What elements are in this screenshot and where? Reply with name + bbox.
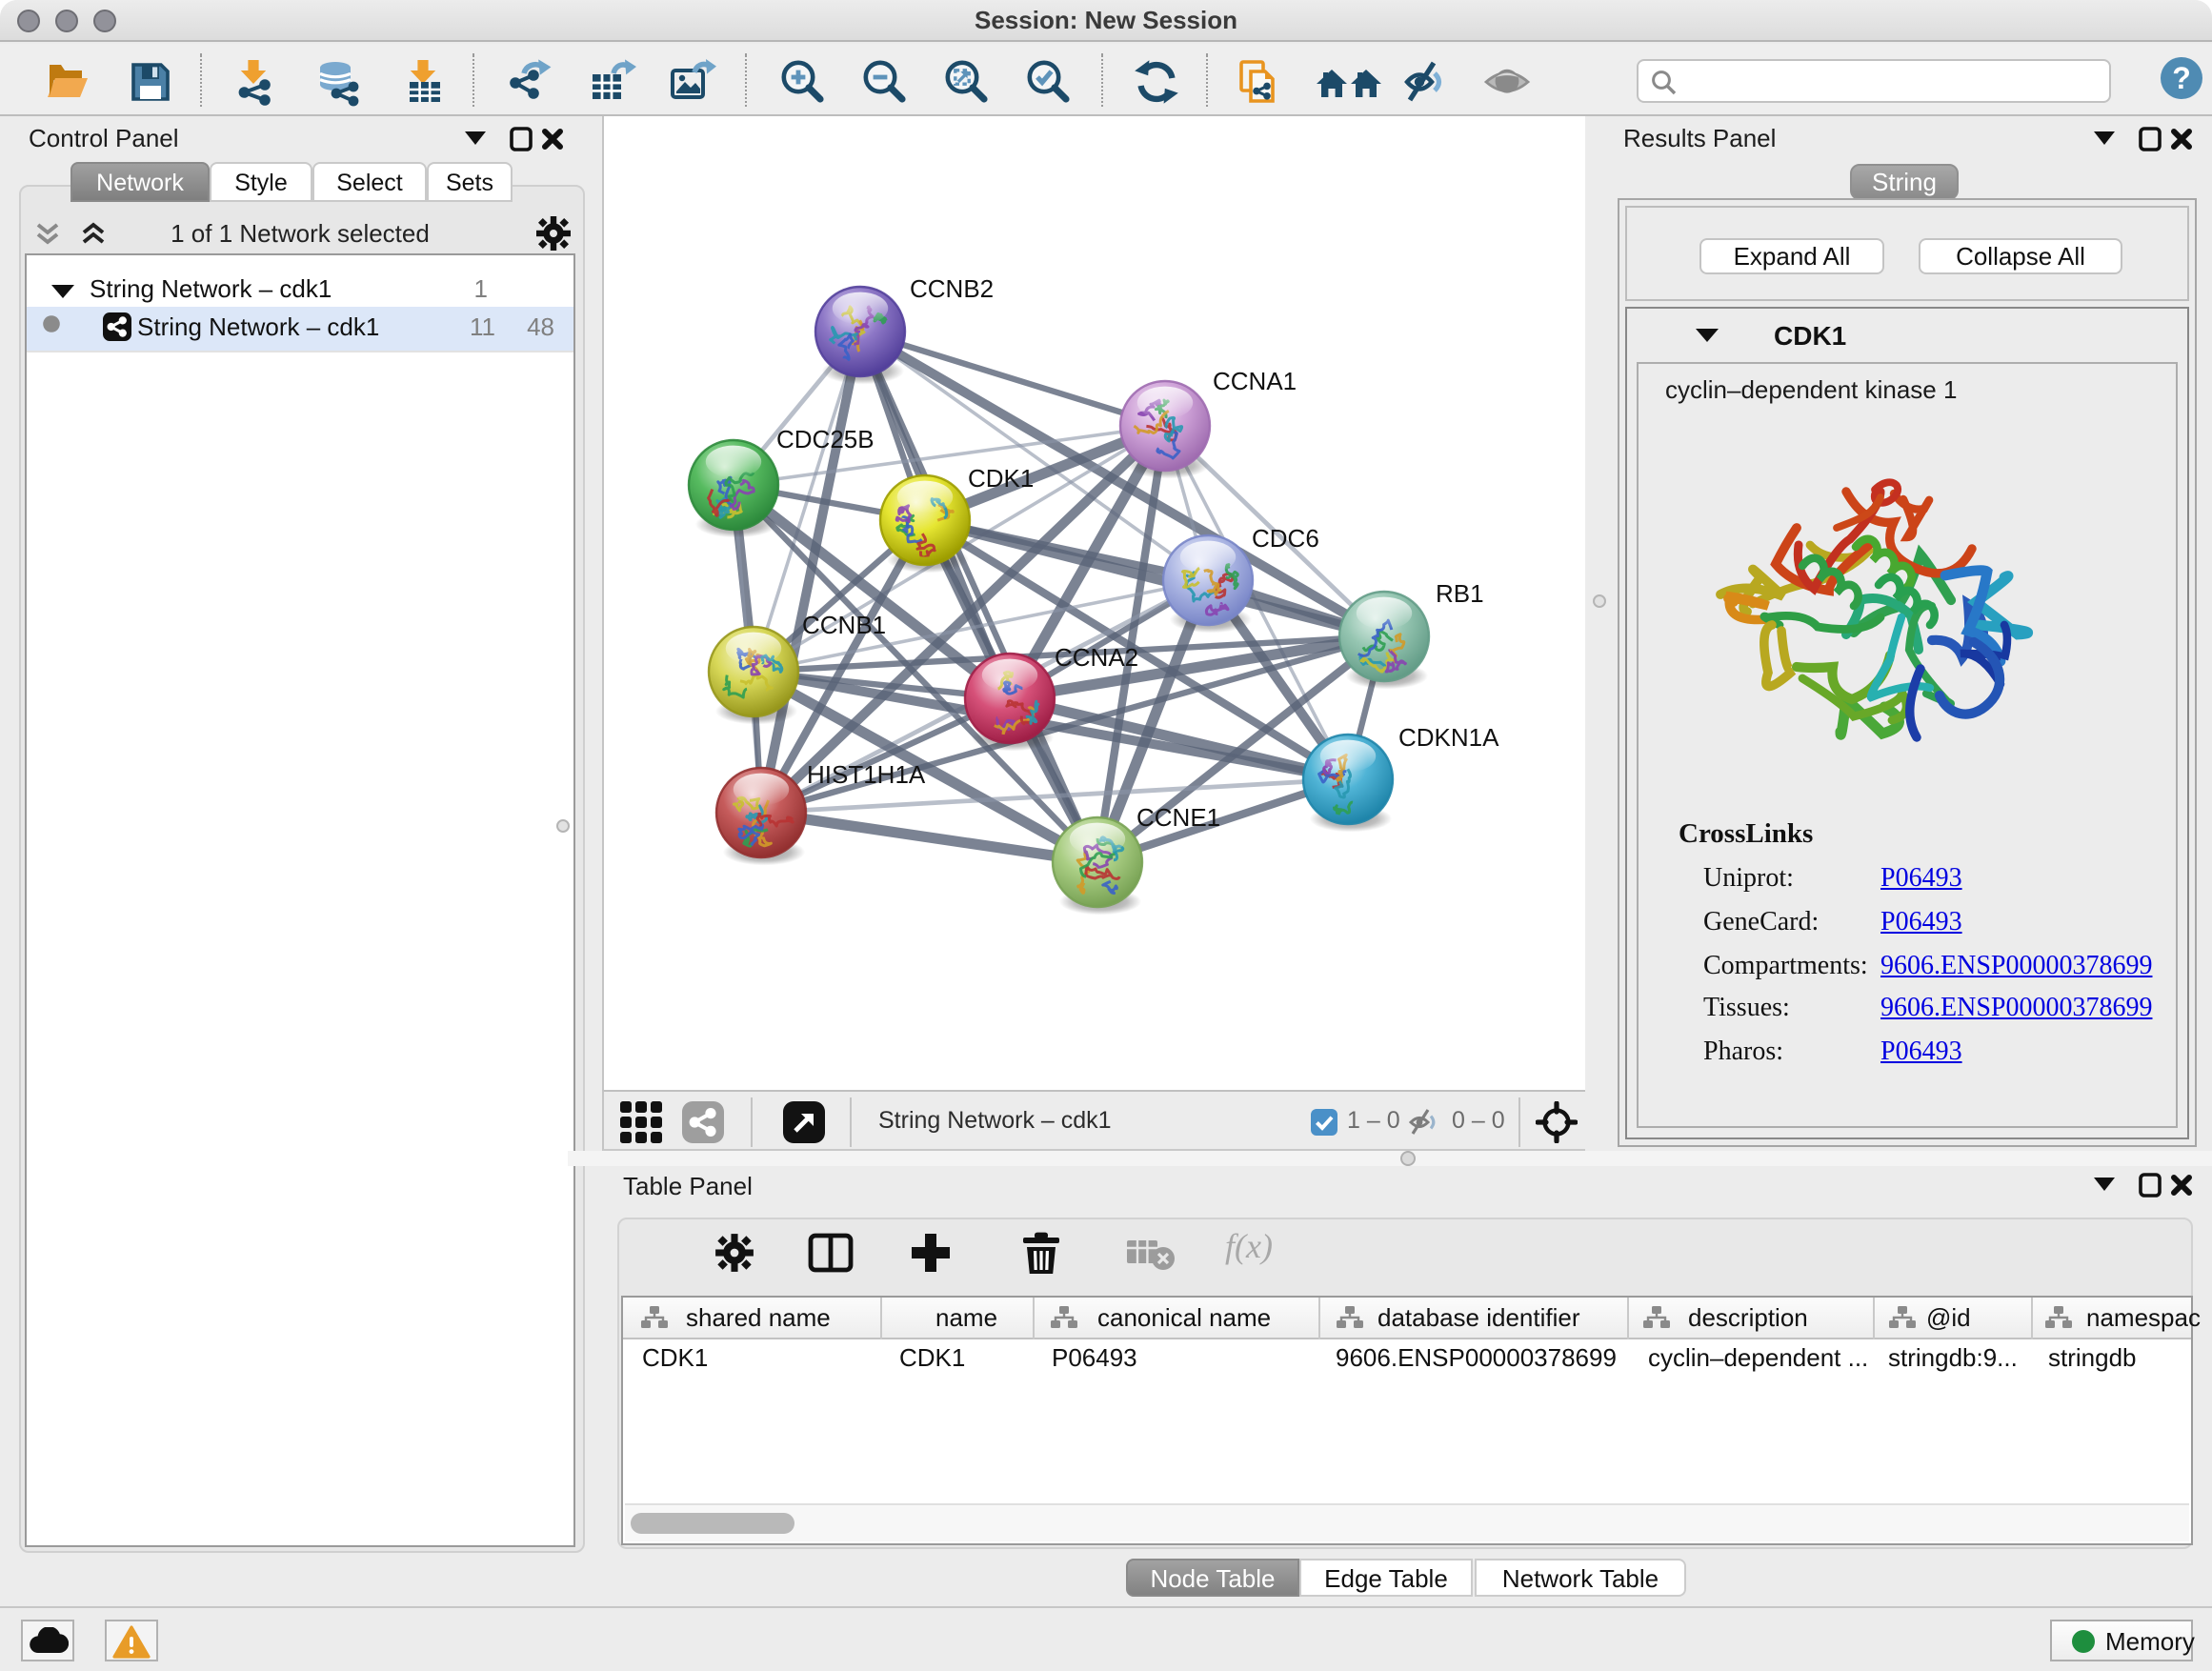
- svg-text:CCNA2: CCNA2: [1055, 643, 1138, 672]
- svg-text:?: ?: [2172, 61, 2191, 95]
- svg-text:CDC25B: CDC25B: [776, 425, 875, 453]
- svg-text:HIST1H1A: HIST1H1A: [807, 760, 926, 789]
- svg-text:RB1: RB1: [1436, 579, 1484, 608]
- svg-text:CDKN1A: CDKN1A: [1398, 723, 1499, 752]
- svg-text:CCNB2: CCNB2: [910, 274, 994, 303]
- svg-text:CDK1: CDK1: [968, 464, 1034, 493]
- svg-text:CCNB1: CCNB1: [802, 611, 886, 639]
- svg-text:CDC6: CDC6: [1252, 524, 1319, 553]
- svg-text:CCNA1: CCNA1: [1213, 367, 1297, 395]
- svg-text:CCNE1: CCNE1: [1136, 803, 1220, 832]
